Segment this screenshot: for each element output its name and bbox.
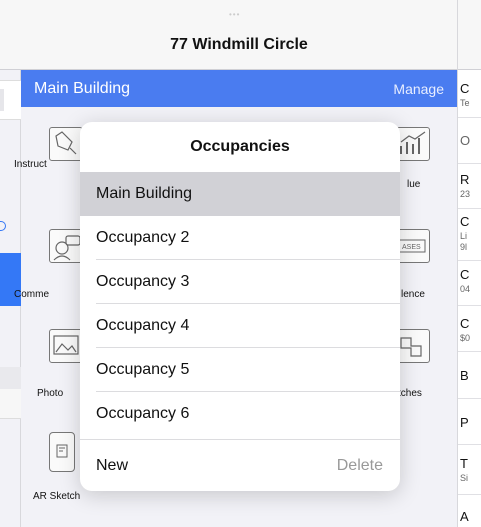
detail-row[interactable]: P (458, 399, 481, 445)
manage-button[interactable]: Manage (393, 81, 444, 97)
occupancy-item-2[interactable]: Occupancy 2 (80, 216, 400, 260)
occupancy-selector[interactable]: Main Building (34, 80, 130, 98)
left-sidebar-header (0, 0, 21, 70)
occupancy-list: Main Building Occupancy 2 Occupancy 3 Oc… (80, 172, 400, 436)
evidence-icon[interactable]: ASES (396, 229, 430, 263)
new-occupancy-button[interactable]: New (96, 457, 128, 475)
detail-row[interactable]: C Te (458, 71, 481, 118)
detail-row[interactable]: O (458, 118, 481, 164)
instructions-icon[interactable] (49, 127, 83, 161)
occupancies-popover: Occupancies Main Building Occupancy 2 Oc… (80, 122, 400, 491)
tile-label-sketches: tches (398, 388, 422, 399)
ar-sketch-icon[interactable] (49, 432, 75, 472)
popover-title: Occupancies (190, 138, 290, 155)
delete-occupancy-button[interactable]: Delete (337, 457, 383, 475)
popover-footer: New Delete (80, 439, 400, 491)
occupancy-item-main-building[interactable]: Main Building (80, 172, 400, 216)
sketches-icon[interactable] (396, 329, 430, 363)
right-detail-list: C Te O R 23 C Li 9l C 04 C $0 B P T Si A (457, 0, 481, 527)
occupancy-item-5[interactable]: Occupancy 5 (80, 348, 400, 392)
tile-label-value: lue (407, 179, 421, 190)
svg-text:ASES: ASES (402, 244, 421, 251)
detail-row[interactable]: C $0 (458, 306, 481, 352)
occupancy-item-3[interactable]: Occupancy 3 (80, 260, 400, 304)
comments-icon[interactable] (49, 229, 83, 263)
photos-icon[interactable] (49, 329, 83, 363)
main-header: ••• 77 Windmill Circle (21, 0, 457, 70)
left-search-field[interactable] (0, 80, 21, 120)
detail-row[interactable]: R 23 (458, 164, 481, 209)
grabber-handle[interactable]: ••• (229, 10, 251, 19)
tile-label-evidence: lence (401, 289, 425, 300)
info-icon[interactable] (0, 221, 6, 231)
occupancy-item-4[interactable]: Occupancy 4 (80, 304, 400, 348)
tile-label-photos: Photo (37, 388, 64, 399)
detail-row[interactable]: T Si (458, 445, 481, 495)
detail-row[interactable]: C 04 (458, 261, 481, 306)
tile-label-comments: Comme (14, 289, 50, 300)
occupancy-item-6[interactable]: Occupancy 6 (80, 392, 400, 436)
left-row[interactable] (0, 389, 21, 419)
page-title: 77 Windmill Circle (170, 36, 308, 53)
value-chart-icon[interactable] (396, 127, 430, 161)
left-section-header (0, 367, 21, 389)
occupancy-bar: Main Building Manage (21, 70, 457, 107)
tile-label-instructions: Instruct (14, 159, 47, 170)
detail-row[interactable]: A (458, 495, 481, 527)
left-sidebar (0, 0, 21, 527)
tile-label-ar-sketch: AR Sketch (33, 491, 81, 502)
detail-row[interactable]: C Li 9l (458, 209, 481, 261)
detail-row[interactable]: B (458, 352, 481, 399)
right-header (458, 0, 481, 70)
